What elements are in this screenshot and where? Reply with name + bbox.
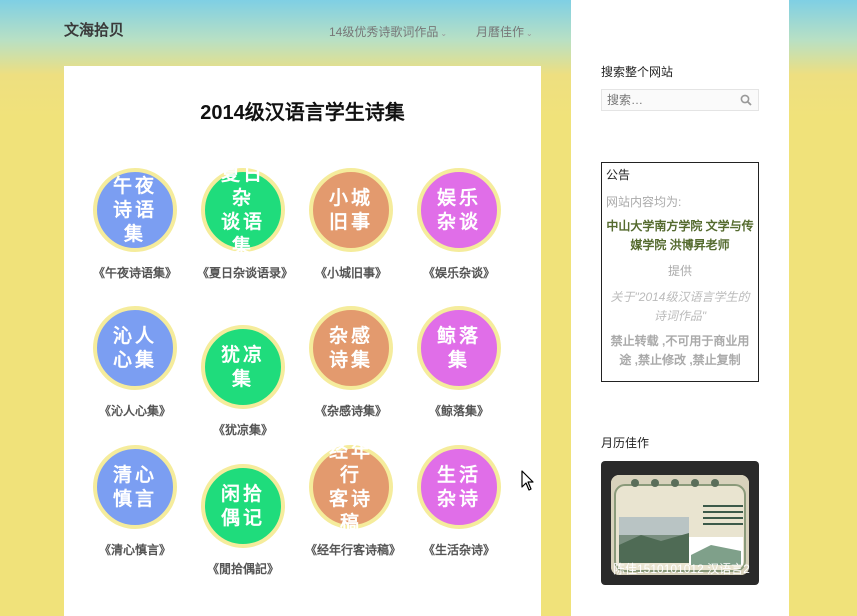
collection-caption[interactable]: 《鲸落集》 [409, 402, 509, 421]
mouse-cursor-icon [521, 470, 534, 491]
search-icon[interactable] [740, 94, 752, 106]
page-title: 2014级汉语言学生诗集 [200, 102, 405, 124]
collection-caption[interactable]: 《閒拾偶記》 [193, 560, 293, 579]
calendar-caption[interactable]: 陈佳1510101012 汉语言2 [613, 560, 753, 577]
main-content: 2014级汉语言学生诗集 午夜 诗语集 《午夜诗语集》 夏日杂 谈语集 《夏日杂… [64, 66, 541, 616]
search-input[interactable] [602, 90, 732, 110]
collection-badge[interactable]: 经年行 客诗稿 [309, 440, 393, 534]
gallery-item[interactable]: 闲拾 偶记 《閒拾偶記》 [193, 464, 293, 579]
collection-caption[interactable]: 《娱乐杂谈》 [409, 264, 509, 283]
nav-item-poetry[interactable]: 14级优秀诗歌词作品 ⌄ [329, 23, 447, 40]
collection-badge[interactable]: 小城 旧事 [309, 168, 393, 252]
collection-badge[interactable]: 生活 杂诗 [417, 445, 501, 529]
sidebar: 搜索整个网站 公告 网站内容均为: 中山大学南方学院 文学与传媒学院 洪博昇老师… [571, 0, 789, 616]
site-header: 文海拾贝 14级优秀诗歌词作品 ⌄ 月曆佳作 ⌄ [0, 0, 571, 60]
notice-copyright: 禁止转载 ,不可用于商业用途 ,禁止修改 ,禁止复制 [610, 334, 750, 367]
nav-item-label: 14级优秀诗歌词作品 [329, 25, 439, 39]
search-box[interactable] [601, 89, 759, 111]
page-background-right [789, 0, 857, 616]
nav-item-label: 月曆佳作 [476, 25, 525, 39]
gallery-item[interactable]: 夏日杂 谈语集 《夏日杂谈语录》 [193, 163, 293, 283]
gallery-item[interactable]: 生活 杂诗 《生活杂诗》 [409, 445, 509, 560]
collection-caption[interactable]: 《犹凉集》 [193, 421, 293, 440]
search-widget-title: 搜索整个网站 [601, 65, 674, 79]
nav-item-calendar[interactable]: 月曆佳作 ⌄ [476, 23, 533, 40]
collection-badge[interactable]: 杂感 诗集 [309, 306, 393, 390]
collection-badge[interactable]: 犹凉 集 [201, 325, 285, 409]
notice-subject: 关于"2014级汉语言学生的诗词作品" [610, 290, 750, 323]
collection-caption[interactable]: 《沁人心集》 [85, 402, 185, 421]
gallery-item[interactable]: 经年行 客诗稿 《经年行客诗稿》 [301, 440, 401, 560]
collection-badge[interactable]: 鲸落 集 [417, 306, 501, 390]
notice-intro: 网站内容均为: [606, 195, 682, 209]
gallery-item[interactable]: 杂感 诗集 《杂感诗集》 [301, 306, 401, 421]
collection-caption[interactable]: 《夏日杂谈语录》 [193, 264, 293, 283]
chevron-down-icon: ⌄ [526, 29, 533, 38]
gallery-item[interactable]: 犹凉 集 《犹凉集》 [193, 325, 293, 440]
collection-badge[interactable]: 闲拾 偶记 [201, 464, 285, 548]
collection-badge[interactable]: 沁人 心集 [93, 306, 177, 390]
collection-caption[interactable]: 《杂感诗集》 [301, 402, 401, 421]
gallery-item[interactable]: 鲸落 集 《鲸落集》 [409, 306, 509, 421]
notice-widget: 公告 网站内容均为: 中山大学南方学院 文学与传媒学院 洪博昇老师 提供 关于"… [601, 162, 759, 382]
notice-provider: 中山大学南方学院 文学与传媒学院 洪博昇老师 [606, 219, 754, 252]
gallery-item[interactable]: 小城 旧事 《小城旧事》 [301, 168, 401, 283]
collection-caption[interactable]: 《生活杂诗》 [409, 541, 509, 560]
collection-badge[interactable]: 清心 慎言 [93, 445, 177, 529]
gallery-item[interactable]: 娱乐 杂谈 《娱乐杂谈》 [409, 168, 509, 283]
notice-title: 公告 [606, 168, 631, 182]
collection-badge[interactable]: 娱乐 杂谈 [417, 168, 501, 252]
calendar-widget[interactable]: 陈佳1510101012 汉语言2 [601, 461, 759, 585]
collection-badge[interactable]: 午夜 诗语集 [93, 168, 177, 252]
calendar-widget-title: 月历佳作 [601, 436, 650, 450]
gallery-item[interactable]: 午夜 诗语集 《午夜诗语集》 [85, 168, 185, 283]
collection-caption[interactable]: 《午夜诗语集》 [85, 264, 185, 283]
chevron-down-icon: ⌄ [440, 29, 448, 38]
notice-provided: 提供 [667, 264, 692, 278]
collection-caption[interactable]: 《小城旧事》 [301, 264, 401, 283]
collection-caption[interactable]: 《清心慎言》 [85, 541, 185, 560]
collection-badge[interactable]: 夏日杂 谈语集 [201, 163, 285, 257]
collection-caption[interactable]: 《经年行客诗稿》 [301, 541, 401, 560]
gallery-item[interactable]: 沁人 心集 《沁人心集》 [85, 306, 185, 421]
gallery-item[interactable]: 清心 慎言 《清心慎言》 [85, 445, 185, 560]
site-title[interactable]: 文海拾贝 [64, 19, 124, 40]
